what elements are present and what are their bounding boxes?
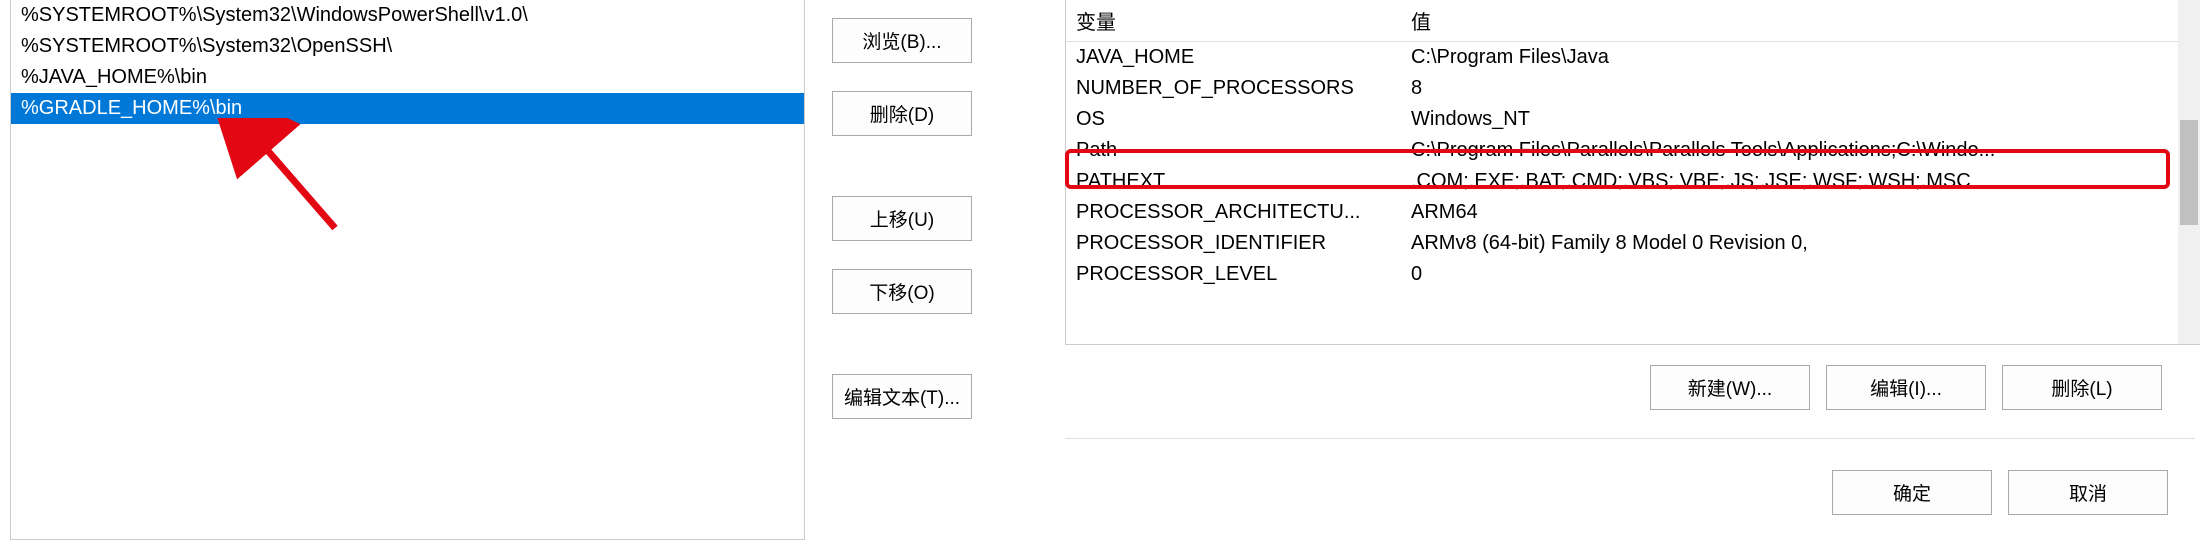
cancel-button[interactable]: 取消 <box>2008 470 2168 515</box>
move-up-button[interactable]: 上移(U) <box>832 196 972 241</box>
cell-value: C:\Program Files\Java <box>1401 42 2200 74</box>
table-row[interactable]: NUMBER_OF_PROCESSORS 8 <box>1066 73 2200 104</box>
table-row[interactable]: PROCESSOR_LEVEL 0 <box>1066 259 2200 290</box>
path-entries-list[interactable]: %SYSTEMROOT%\System32\WindowsPowerShell\… <box>11 0 804 124</box>
delete-button[interactable]: 删除(D) <box>832 91 972 136</box>
cell-value: C:\Program Files\Parallels\Parallels Too… <box>1401 135 2200 166</box>
env-vars-list[interactable]: 变量 值 JAVA_HOME C:\Program Files\Java NUM… <box>1065 0 2200 345</box>
dialog-buttons: 确定 取消 <box>1832 470 2168 515</box>
edit-text-button[interactable]: 编辑文本(T)... <box>832 374 972 419</box>
env-vars-table: 变量 值 JAVA_HOME C:\Program Files\Java NUM… <box>1066 0 2200 290</box>
delete-env-button[interactable]: 删除(L) <box>2002 365 2162 410</box>
edit-button[interactable]: 编辑(I)... <box>1826 365 1986 410</box>
move-down-button[interactable]: 下移(O) <box>832 269 972 314</box>
table-row[interactable]: OS Windows_NT <box>1066 104 2200 135</box>
ok-button[interactable]: 确定 <box>1832 470 1992 515</box>
path-action-buttons: 浏览(B)... 删除(D) 上移(U) 下移(O) 编辑文本(T)... <box>832 18 972 419</box>
cell-value: ARMv8 (64-bit) Family 8 Model 0 Revision… <box>1401 228 2200 259</box>
path-entry-edit-input[interactable] <box>242 112 532 114</box>
env-action-buttons: 新建(W)... 编辑(I)... 删除(L) <box>1650 365 2162 410</box>
cell-variable: NUMBER_OF_PROCESSORS <box>1066 73 1401 104</box>
table-row-path[interactable]: Path C:\Program Files\Parallels\Parallel… <box>1066 135 2200 166</box>
path-entry[interactable]: %SYSTEMROOT%\System32\WindowsPowerShell\… <box>11 0 804 31</box>
table-row[interactable]: PATHEXT .COM;.EXE;.BAT;.CMD;.VBS;.VBE;.J… <box>1066 166 2200 197</box>
separator <box>1065 438 2195 439</box>
cell-variable: OS <box>1066 104 1401 135</box>
column-header-value[interactable]: 值 <box>1401 0 2200 42</box>
table-row[interactable]: JAVA_HOME C:\Program Files\Java <box>1066 42 2200 74</box>
cell-variable: Path <box>1066 135 1401 166</box>
path-entry-text: %GRADLE_HOME%\bin <box>21 97 242 119</box>
column-header-variable[interactable]: 变量 <box>1066 0 1401 42</box>
cell-variable: PROCESSOR_LEVEL <box>1066 259 1401 290</box>
scrollbar-thumb[interactable] <box>2180 120 2198 225</box>
env-vars-panel: 变量 值 JAVA_HOME C:\Program Files\Java NUM… <box>1065 0 2200 540</box>
cell-variable: PATHEXT <box>1066 166 1401 197</box>
table-row[interactable]: PROCESSOR_IDENTIFIER ARMv8 (64-bit) Fami… <box>1066 228 2200 259</box>
cell-value: Windows_NT <box>1401 104 2200 135</box>
path-entry-selected[interactable]: %GRADLE_HOME%\bin <box>11 93 804 124</box>
path-entry[interactable]: %JAVA_HOME%\bin <box>11 62 804 93</box>
browse-button[interactable]: 浏览(B)... <box>832 18 972 63</box>
cell-value: 0 <box>1401 259 2200 290</box>
path-entries-panel: %SYSTEMROOT%\System32\WindowsPowerShell\… <box>10 0 805 540</box>
cell-value: 8 <box>1401 73 2200 104</box>
table-row[interactable]: PROCESSOR_ARCHITECTU... ARM64 <box>1066 197 2200 228</box>
vertical-scrollbar[interactable] <box>2178 0 2200 344</box>
path-entry[interactable]: %SYSTEMROOT%\System32\OpenSSH\ <box>11 31 804 62</box>
cell-variable: PROCESSOR_IDENTIFIER <box>1066 228 1401 259</box>
cell-value: ARM64 <box>1401 197 2200 228</box>
cell-value: .COM;.EXE;.BAT;.CMD;.VBS;.VBE;.JS;.JSE;.… <box>1401 166 2200 197</box>
cell-variable: PROCESSOR_ARCHITECTU... <box>1066 197 1401 228</box>
cell-variable: JAVA_HOME <box>1066 42 1401 74</box>
new-button[interactable]: 新建(W)... <box>1650 365 1810 410</box>
